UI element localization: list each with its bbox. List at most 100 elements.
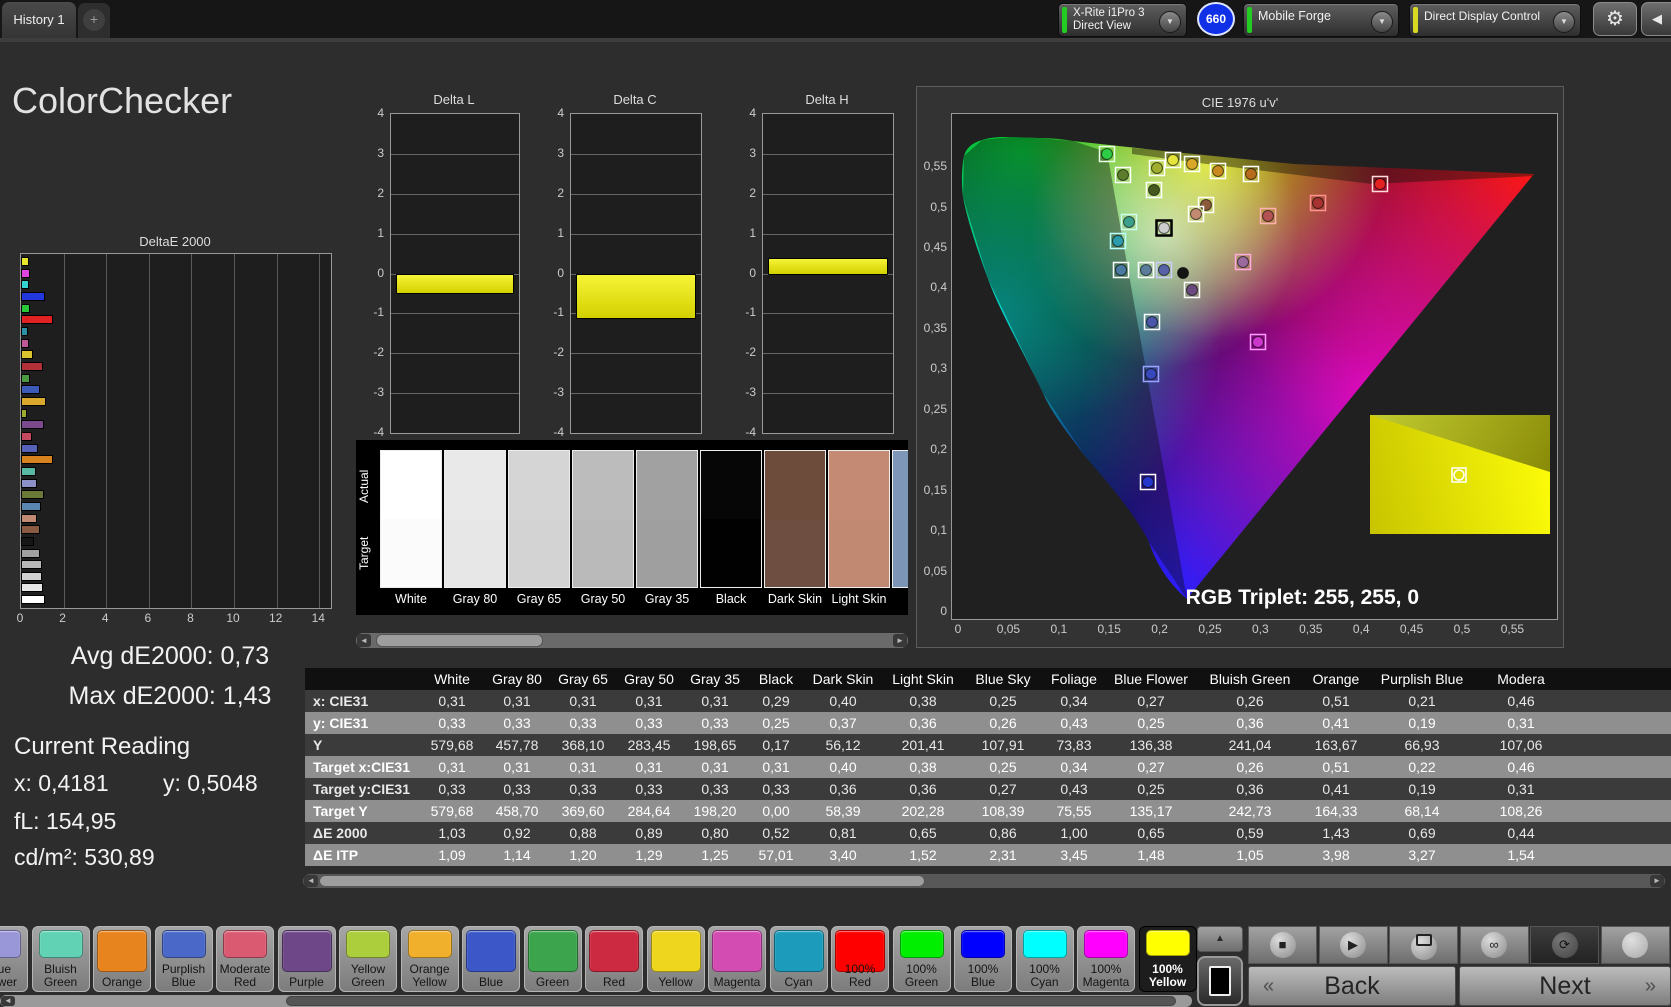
pattern-tile-blue-flower[interactable]: BlueFlower — [0, 926, 28, 992]
patch-target-swatch — [829, 519, 889, 587]
pattern-tile-bluish-green[interactable]: Bluish Green — [31, 926, 90, 992]
pattern-tile-cyan[interactable]: Cyan — [769, 926, 828, 992]
table-cell: 3,98 — [1322, 847, 1350, 863]
table-cell-filler — [1566, 844, 1671, 866]
tile-swatch — [0, 930, 21, 958]
chevrons-right-icon: » — [1644, 975, 1656, 997]
table-scrollbar[interactable]: ◄ ► — [303, 874, 1665, 888]
de-bar-orange-yellow — [21, 396, 47, 406]
table-cell: 107,91 — [981, 737, 1025, 753]
scroll-left-arrow[interactable]: ◄ — [304, 875, 318, 887]
table-cell: 0,33 — [635, 781, 663, 797]
table-cell: 0,41 — [1322, 715, 1350, 731]
cie-measured-dot — [1252, 336, 1264, 348]
table-cell: 0,33 — [569, 781, 597, 797]
pattern-tile-blue[interactable]: Blue — [462, 926, 520, 992]
scroll-left-arrow[interactable]: ◄ — [1, 996, 15, 1006]
column-header-modera: Modera — [1497, 671, 1545, 687]
table-cell: 0,25 — [989, 693, 1017, 709]
table-cell-filler — [1566, 778, 1671, 800]
table-cell: 57,01 — [758, 847, 794, 863]
table-cell: 1,05 — [1236, 847, 1264, 863]
luminance-badge[interactable]: 660 — [1197, 2, 1235, 36]
pattern-tile-orange-yellow[interactable]: Orange Yellow — [400, 926, 459, 992]
new-tab-button[interactable]: + — [78, 3, 110, 38]
next-button[interactable]: Next » — [1459, 966, 1671, 1006]
pattern-source-dropdown[interactable]: Mobile Forge ▼ — [1243, 3, 1399, 37]
table-cell: 0,31 — [635, 693, 663, 709]
cie-measured-dot — [1146, 316, 1158, 328]
scroll-thumb[interactable] — [319, 875, 925, 887]
chevron-down-icon[interactable]: ▼ — [1159, 11, 1181, 33]
table-cell: 0,36 — [909, 781, 937, 797]
row-label: Target x:CIE31 — [313, 759, 410, 775]
pattern-tile-purplish-blue[interactable]: Purplish Blue — [154, 926, 213, 992]
loop-button[interactable]: ⟳ — [1530, 926, 1599, 964]
table-cell: 0,86 — [989, 825, 1017, 841]
patch-white — [380, 450, 442, 588]
table-cell: 0,33 — [635, 715, 663, 731]
pattern-tile-green[interactable]: Green — [523, 926, 582, 992]
pattern-tile-100--green[interactable]: 100% Green — [892, 926, 951, 992]
table-cell: 198,65 — [693, 737, 737, 753]
back-label: Back — [1324, 972, 1380, 1000]
pattern-button[interactable] — [1389, 926, 1458, 964]
scroll-thumb[interactable] — [376, 634, 543, 647]
pattern-tile-yellow[interactable]: Yellow — [646, 926, 705, 992]
de-bar-magenta — [21, 338, 29, 348]
table-cell: 0,26 — [989, 715, 1017, 731]
patch-strip-scrollbar[interactable]: ◄ ► — [356, 633, 908, 648]
pattern-tile-moderate-red[interactable]: Moderate Red — [216, 926, 274, 992]
pattern-tile-100--blue[interactable]: 100% Blue — [954, 926, 1012, 992]
pattern-tile-100--magenta[interactable]: 100% Magenta — [1077, 926, 1135, 992]
de2000-x-axis: 0 2 4 6 8 10 12 14 — [17, 611, 340, 625]
pattern-tile-orange[interactable]: Orange — [93, 926, 151, 992]
row-label: Target y:CIE31 — [313, 781, 410, 797]
stop-button[interactable]: ■ — [1248, 926, 1317, 964]
patch-gray-80 — [444, 450, 506, 588]
scroll-right-arrow[interactable]: ► — [1650, 875, 1664, 887]
pattern-tile-purple[interactable]: Purple — [277, 926, 336, 992]
pattern-window-button[interactable] — [1197, 956, 1243, 1006]
cie-measured-dot — [1151, 162, 1163, 174]
back-button[interactable]: « Back — [1248, 966, 1456, 1006]
pattern-tile-yellow-green[interactable]: Yellow Green — [339, 926, 397, 992]
cie-x-tick-label: 0,2 — [1151, 622, 1168, 636]
pattern-tile-100-red[interactable]: 100% Red — [831, 926, 889, 992]
meter-dropdown[interactable]: X-Rite i1Pro 3 Direct View ▼ — [1058, 3, 1187, 37]
strip-up-button[interactable]: ▲ — [1197, 926, 1243, 952]
gridline-horizontal — [571, 393, 701, 395]
gridline-vertical — [148, 254, 150, 608]
infinity-button[interactable]: ∞ — [1459, 926, 1529, 964]
scroll-right-arrow[interactable]: ► — [893, 634, 907, 647]
chevron-down-icon[interactable]: ▼ — [1553, 11, 1575, 33]
patch-label: Black — [715, 592, 747, 606]
scroll-left-arrow[interactable]: ◄ — [357, 634, 371, 647]
cie-x-tick-label: 0,25 — [1198, 622, 1222, 636]
pattern-tile-red[interactable]: Red — [585, 926, 643, 992]
pattern-tile-magenta[interactable]: Magenta — [708, 926, 766, 992]
settings-button[interactable]: ⚙ — [1593, 2, 1637, 36]
indicator-button[interactable] — [1600, 926, 1670, 964]
tile-swatch — [527, 930, 578, 972]
table-cell: 0,34 — [1060, 759, 1088, 775]
display-status-indicator — [1413, 7, 1418, 33]
table-cell: 107,06 — [1499, 737, 1543, 753]
collapse-panel-button[interactable]: ◀ — [1641, 2, 1671, 36]
pattern-tile-100--cyan[interactable]: 100% Cyan — [1015, 926, 1074, 992]
tile-swatch — [281, 930, 332, 972]
y-tick-label: 1 — [557, 225, 564, 240]
tile-strip-scrollbar[interactable]: ◄ — [0, 995, 1192, 1007]
tab-history-1[interactable]: History 1 — [2, 2, 76, 38]
display-control-dropdown[interactable]: Direct Display Control ▼ — [1409, 3, 1581, 37]
de-bar-100-cyan — [21, 280, 30, 290]
table-cell: 201,41 — [901, 737, 945, 753]
pattern-tile-100--yellow[interactable]: 100% Yellow — [1138, 926, 1197, 992]
chevron-down-icon[interactable]: ▼ — [1371, 11, 1393, 33]
tile-label: 100% Red — [844, 962, 876, 989]
scroll-thumb[interactable] — [286, 996, 1176, 1006]
table-cell: 0,33 — [701, 715, 729, 731]
gridline-horizontal — [391, 233, 519, 235]
play-button[interactable]: ▶ — [1318, 926, 1388, 964]
patch-target-swatch — [701, 519, 761, 587]
